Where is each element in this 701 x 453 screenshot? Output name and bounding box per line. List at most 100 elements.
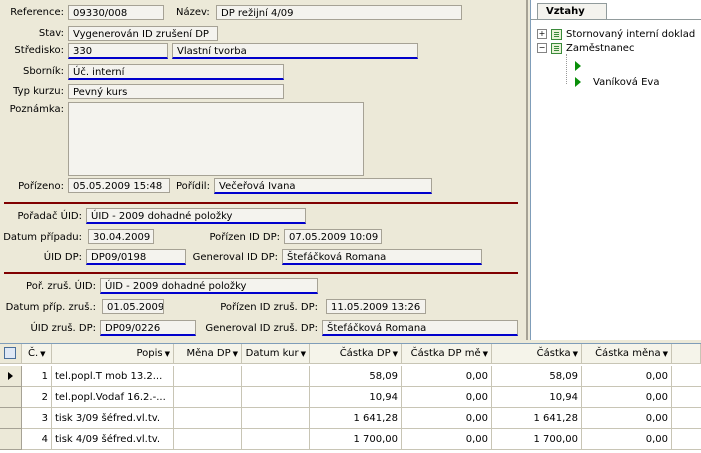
cell-datum-kur[interactable]	[242, 408, 310, 429]
cell-castka-dp-me[interactable]: 0,00	[402, 366, 492, 387]
datum-pripadu-field[interactable]: 30.04.2009	[88, 229, 154, 244]
document-icon	[551, 42, 562, 54]
tree-line	[566, 54, 568, 84]
column-header-castka[interactable]: Částka ▼	[492, 344, 582, 364]
cell-popis[interactable]: tel.popl.T mob 13.2...	[52, 366, 174, 387]
dropdown-arrow-icon[interactable]: ▼	[573, 350, 578, 358]
porizeno-field[interactable]: 05.05.2009 15:48	[68, 178, 170, 193]
dropdown-arrow-icon[interactable]: ▼	[483, 350, 488, 358]
cell-castka-mena[interactable]: 0,00	[582, 429, 672, 450]
uid-dp-field[interactable]: DP09/0198	[86, 249, 186, 265]
column-header-castka-mena[interactable]: Částka měna ▼	[582, 344, 672, 364]
nazev-label: Název:	[176, 7, 210, 18]
column-header-mena-dp[interactable]: Měna DP ▼	[174, 344, 242, 364]
cell-castka-dp-me[interactable]: 0,00	[402, 408, 492, 429]
column-header-castka-dp-me[interactable]: Částka DP mě ▼	[402, 344, 492, 364]
stredisko-code-field[interactable]: 330	[68, 43, 168, 59]
datum-prip-zrus-field[interactable]: 01.05.2009	[102, 299, 164, 314]
tree-item-label: Zaměstnanec	[566, 43, 635, 54]
cell-castka[interactable]: 58,09	[492, 366, 582, 387]
cell-castka-mena[interactable]: 0,00	[582, 387, 672, 408]
porizen-id-zrus-dp-field[interactable]: 11.05.2009 13:26	[326, 299, 426, 314]
cell-castka-mena[interactable]: 0,00	[582, 408, 672, 429]
row-selector[interactable]	[0, 366, 22, 387]
cell-castka[interactable]: 10,94	[492, 387, 582, 408]
cell-cislo[interactable]: 3	[22, 408, 52, 429]
row-selector[interactable]	[0, 429, 22, 450]
column-header-popis[interactable]: Popis ▼	[52, 344, 174, 364]
cell-filler	[672, 387, 701, 408]
uid-dp-label: ÚID DP:	[43, 252, 82, 263]
column-header-cislo[interactable]: Č. ▼	[22, 344, 52, 364]
dropdown-arrow-icon[interactable]: ▼	[233, 350, 238, 358]
dropdown-arrow-icon[interactable]: ▼	[40, 350, 45, 358]
document-header-panel: Reference: 09330/008 Název: DP režijní 4…	[0, 0, 528, 340]
cell-popis[interactable]: tisk 3/09 šéfred.vl.tv.	[52, 408, 174, 429]
tree-child-empty[interactable]	[575, 60, 589, 74]
row-selector[interactable]	[0, 387, 22, 408]
cell-popis[interactable]: tel.popl.Vodaf 16.2.-...	[52, 387, 174, 408]
generoval-id-dp-field[interactable]: Štefáčková Romana	[282, 249, 482, 265]
por-zrus-uid-field[interactable]: ÚID - 2009 dohadné položky	[100, 278, 318, 294]
cell-cislo[interactable]: 1	[22, 366, 52, 387]
tab-vztahy[interactable]: Vztahy	[537, 3, 607, 19]
nazev-field[interactable]: DP režijní 4/09	[216, 5, 462, 20]
reference-field[interactable]: 09330/008	[68, 5, 164, 20]
column-chooser-icon[interactable]	[4, 347, 16, 359]
dropdown-arrow-icon[interactable]: ▼	[301, 350, 306, 358]
cell-castka[interactable]: 1 700,00	[492, 429, 582, 450]
uid-zrus-dp-field[interactable]: DP09/0226	[100, 320, 196, 336]
tree-item-label: Stornovaný interní doklad	[566, 29, 696, 40]
column-header-filler	[672, 344, 701, 364]
cell-filler	[672, 366, 701, 387]
uid-zrus-dp-label: ÚID zruš. DP:	[30, 323, 96, 334]
grid-corner[interactable]	[0, 344, 22, 364]
cell-datum-kur[interactable]	[242, 387, 310, 408]
stav-field[interactable]: Vygenerován ID zrušení DP	[68, 26, 218, 41]
dropdown-arrow-icon[interactable]: ▼	[663, 350, 668, 358]
poradac-uid-field[interactable]: ÚID - 2009 dohadné položky	[86, 208, 306, 224]
reference-label: Reference:	[10, 7, 64, 18]
column-header-datum-kur[interactable]: Datum kur ▼	[242, 344, 310, 364]
column-header-castka-dp[interactable]: Částka DP ▼	[310, 344, 402, 364]
stav-label: Stav:	[38, 28, 64, 39]
dropdown-arrow-icon[interactable]: ▼	[165, 350, 170, 358]
cell-castka-dp[interactable]: 58,09	[310, 366, 402, 387]
cell-mena-dp[interactable]	[174, 408, 242, 429]
cell-castka-mena[interactable]: 0,00	[582, 366, 672, 387]
porizen-id-dp-field[interactable]: 07.05.2009 10:09	[284, 229, 382, 244]
collapse-toggle[interactable]: −	[537, 43, 547, 53]
cell-castka-dp[interactable]: 1 641,28	[310, 408, 402, 429]
cell-datum-kur[interactable]	[242, 429, 310, 450]
cell-cislo[interactable]: 2	[22, 387, 52, 408]
cell-datum-kur[interactable]	[242, 366, 310, 387]
typkurzu-field[interactable]: Pevný kurs	[68, 84, 284, 99]
datum-prip-zrus-label: Datum příp. zruš.:	[5, 302, 96, 313]
stredisko-name-field[interactable]: Vlastní tvorba	[172, 43, 418, 59]
cell-castka-dp-me[interactable]: 0,00	[402, 429, 492, 450]
cell-castka-dp-me[interactable]: 0,00	[402, 387, 492, 408]
cell-mena-dp[interactable]	[174, 387, 242, 408]
tree-item-stornovany[interactable]: + Stornovaný interní doklad	[537, 28, 695, 42]
play-arrow-icon	[575, 77, 581, 87]
cell-castka-dp[interactable]: 1 700,00	[310, 429, 402, 450]
column-header-label: Popis	[136, 348, 163, 359]
column-header-label: Částka	[536, 348, 571, 359]
dropdown-arrow-icon[interactable]: ▼	[393, 350, 398, 358]
cell-mena-dp[interactable]	[174, 366, 242, 387]
tree-child-vanikova[interactable]: Vaníková Eva	[575, 76, 659, 90]
sbornik-field[interactable]: Úč. interní	[68, 64, 284, 80]
poznamka-textarea[interactable]	[68, 102, 364, 176]
cell-castka-dp[interactable]: 10,94	[310, 387, 402, 408]
expand-toggle[interactable]: +	[537, 29, 547, 39]
generoval-id-zrus-dp-field[interactable]: Štefáčková Romana	[322, 320, 518, 336]
tab-underline	[531, 19, 701, 20]
column-header-label: Č.	[28, 348, 39, 359]
tree-item-zamestnanec[interactable]: − Zaměstnanec	[537, 42, 634, 56]
cell-mena-dp[interactable]	[174, 429, 242, 450]
cell-cislo[interactable]: 4	[22, 429, 52, 450]
row-selector[interactable]	[0, 408, 22, 429]
poridil-field[interactable]: Večeřová Ivana	[214, 178, 432, 194]
cell-castka[interactable]: 1 641,28	[492, 408, 582, 429]
cell-popis[interactable]: tisk 4/09 šéfred.vl.tv.	[52, 429, 174, 450]
